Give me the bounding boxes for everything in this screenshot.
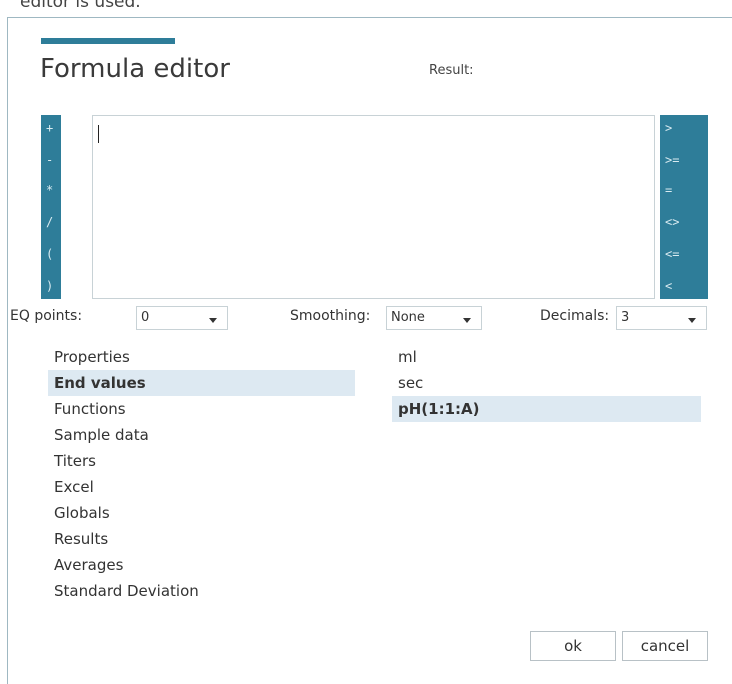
category-item-standard-deviation[interactable]: Standard Deviation [48,578,355,604]
formula-input[interactable] [92,115,655,299]
value-item-ml[interactable]: ml [392,344,701,370]
category-item-averages[interactable]: Averages [48,552,355,578]
eq-points-select[interactable]: 0 [136,306,228,330]
smoothing-select[interactable]: None [386,306,482,330]
category-item-end-values[interactable]: End values [48,370,355,396]
operator-divide-button[interactable]: / [46,213,53,231]
cancel-button[interactable]: cancel [622,631,708,661]
operator-open-paren-button[interactable]: ( [46,245,53,263]
chevron-down-icon [688,318,696,323]
category-list: Properties End values Functions Sample d… [48,344,355,604]
smoothing-value: None [391,310,425,325]
eq-points-value: 0 [141,310,150,325]
dialog-title: Formula editor [40,54,230,84]
operator-greater-equal-button[interactable]: >= [665,151,679,169]
operator-close-paren-button[interactable]: ) [46,277,53,295]
decimals-select[interactable]: 3 [616,306,707,330]
operator-multiply-button[interactable]: * [46,181,53,199]
category-item-excel[interactable]: Excel [48,474,355,500]
category-item-properties[interactable]: Properties [48,344,355,370]
top-text-fragment: editor is used. [20,0,141,12]
category-item-globals[interactable]: Globals [48,500,355,526]
ok-button[interactable]: ok [530,631,616,661]
value-item-sec[interactable]: sec [392,370,701,396]
value-item-ph[interactable]: pH(1:1:A) [392,396,701,422]
operator-less-button[interactable]: < [665,277,672,295]
category-item-sample-data[interactable]: Sample data [48,422,355,448]
operator-plus-button[interactable]: + [46,119,53,137]
category-item-results[interactable]: Results [48,526,355,552]
operator-greater-button[interactable]: > [665,119,672,137]
chevron-down-icon [463,318,471,323]
operator-column-left: + - * / ( ) [41,115,61,299]
decimals-value: 3 [621,310,630,325]
value-list: ml sec pH(1:1:A) [392,344,701,422]
operator-equal-button[interactable]: = [665,181,672,199]
formula-editor-dialog: Formula editor Result: + - * / ( ) > >= … [7,17,732,684]
options-row: EQ points: 0 Smoothing: None Decimals: 3 [8,302,732,332]
smoothing-label: Smoothing: [290,308,371,324]
eq-points-label: EQ points: [10,308,83,324]
operator-less-equal-button[interactable]: <= [665,245,679,263]
operator-column-right: > >= = <> <= < [660,115,708,299]
operator-minus-button[interactable]: - [46,151,53,169]
category-item-functions[interactable]: Functions [48,396,355,422]
title-accent-bar [41,38,175,44]
text-caret [98,125,99,143]
result-label: Result: [429,63,474,78]
category-item-titers[interactable]: Titers [48,448,355,474]
chevron-down-icon [209,318,217,323]
operator-not-equal-button[interactable]: <> [665,213,679,231]
decimals-label: Decimals: [540,308,610,324]
